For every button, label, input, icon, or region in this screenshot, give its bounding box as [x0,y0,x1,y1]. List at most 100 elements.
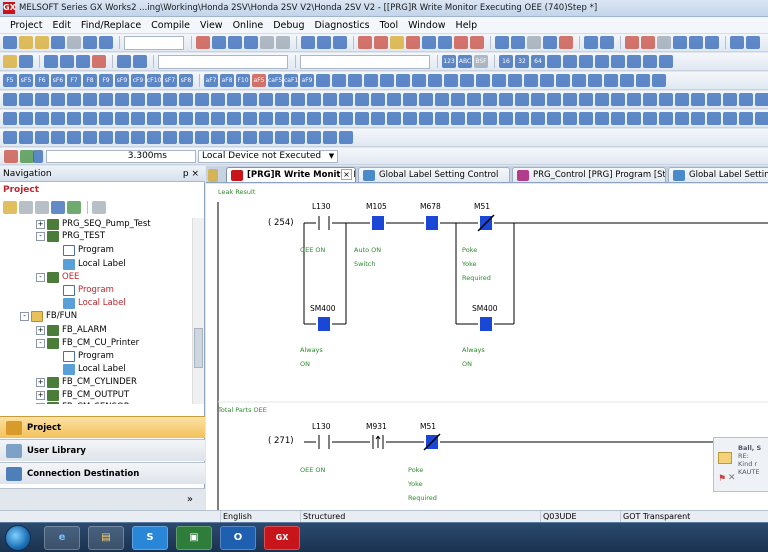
toolbar-button-icon[interactable] [76,55,90,68]
spreadsheet-icon[interactable]: ▣ [176,526,212,550]
toolbar-button-icon[interactable] [307,112,321,125]
toolbar-button-icon[interactable]: F6 [35,74,49,87]
toolbar-button-icon[interactable] [195,131,209,144]
toolbar-button-icon[interactable] [35,36,49,49]
toolbar-button-icon[interactable] [323,93,337,106]
device-status-field[interactable]: Local Device not Executed ▼ [198,150,338,163]
toolbar-button-icon[interactable] [3,112,17,125]
toolbar-button-icon[interactable] [499,112,513,125]
toolbar-button-icon[interactable] [559,36,573,49]
toolbar-button-icon[interactable]: F10 [236,74,250,87]
toolbar-button-icon[interactable] [435,112,449,125]
toolbar-button-icon[interactable]: F5 [3,74,17,87]
toolbar-button-icon[interactable] [611,112,625,125]
toolbar-button-icon[interactable] [243,131,257,144]
toolbar-button-icon[interactable] [451,112,465,125]
toolbar-button-icon[interactable] [131,131,145,144]
toolbar-button-icon[interactable] [380,74,394,87]
toolbar-button-icon[interactable] [244,36,258,49]
toolbar-button-icon[interactable] [659,55,673,68]
toolbar-button-icon[interactable]: sF9 [115,74,129,87]
toolbar-button-icon[interactable]: caF10 [284,74,298,87]
toolbar-button-icon[interactable] [483,93,497,106]
toolbar-button-icon[interactable] [419,93,433,106]
toolbar-button-icon[interactable] [259,93,273,106]
toolbar-button-icon[interactable] [492,74,506,87]
toolbar-button-icon[interactable] [227,131,241,144]
menu-view[interactable]: View [195,17,228,34]
toolbar-button-icon[interactable] [476,74,490,87]
toolbar-button-icon[interactable] [422,36,436,49]
toolbar-button-icon[interactable] [595,112,609,125]
toolbar-button-icon[interactable] [547,112,561,125]
toolbar-button-icon[interactable] [83,36,97,49]
toolbar-button-icon[interactable] [390,36,404,49]
expand-icon[interactable]: + [36,403,45,404]
toolbar-button-icon[interactable] [339,131,353,144]
expand-icon[interactable]: + [36,326,45,335]
toolbar-button-icon[interactable] [467,112,481,125]
toolbar-button-icon[interactable] [643,93,657,106]
toolbar-button-icon[interactable] [543,36,557,49]
toolbar-button-icon[interactable]: sF6 [51,74,65,87]
toolbar-button-icon[interactable] [67,93,81,106]
gxworks-icon[interactable]: GX [264,526,300,550]
toolbar-button-icon[interactable] [115,93,129,106]
toolbar-button-icon[interactable] [403,112,417,125]
tree-item[interactable]: + FB_CM_SENSOR [36,401,130,404]
toolbar-button-icon[interactable] [196,36,210,49]
toolbar-button-icon[interactable] [524,74,538,87]
delete-icon[interactable] [35,200,49,214]
refresh-icon[interactable] [67,200,81,214]
toolbar-button-icon[interactable] [595,93,609,106]
tree-item[interactable]: + FB_ALARM [36,324,107,337]
toolbar-button-icon[interactable] [371,93,385,106]
toolbar-button-icon[interactable] [355,93,369,106]
toolbar-button-icon[interactable] [51,36,65,49]
toolbar-button-icon[interactable]: aF5 [252,74,266,87]
toolbar-button-icon[interactable] [35,112,49,125]
toolbar-button-icon[interactable] [675,93,689,106]
toolbar-button-icon[interactable] [51,112,65,125]
toolbar-button-icon[interactable] [746,36,760,49]
toolbar-button-icon[interactable] [275,112,289,125]
toolbar-button-icon[interactable]: cF9 [131,74,145,87]
toolbar-button-icon[interactable] [508,74,522,87]
menu-diagnostics[interactable]: Diagnostics [309,17,374,34]
close-icon[interactable]: × [341,169,352,180]
toolbar-button-icon[interactable] [428,74,442,87]
nav-button-user-library[interactable]: User Library [0,439,205,461]
toolbar-button-icon[interactable] [131,93,145,106]
toolbar-button-icon[interactable] [19,112,33,125]
toolbar-button-icon[interactable] [387,93,401,106]
toolbar-button-icon[interactable]: sF7 [163,74,177,87]
toolbar-button-icon[interactable] [707,112,721,125]
toolbar-button-icon[interactable] [627,112,641,125]
tree-item[interactable]: - FB/FUN [20,310,77,323]
tree-item[interactable]: Local Label [52,258,126,271]
tab-global-label-control[interactable]: Global Label Setting Control [358,167,510,182]
toolbar-button-icon[interactable] [579,55,593,68]
toolbar-button-icon[interactable] [67,36,81,49]
new-item-icon[interactable] [3,200,17,214]
tree-item[interactable]: Program [52,244,114,257]
tab-global-label-setting[interactable]: Global Label Setting I [668,167,768,182]
toolbar-button-icon[interactable] [316,74,330,87]
toolbar-button-icon[interactable] [691,112,705,125]
toolbar-button-icon[interactable]: F7 [67,74,81,87]
toolbar-button-icon[interactable] [604,74,618,87]
toolbar-button-icon[interactable] [51,93,65,106]
tree-scrollbar[interactable] [192,218,204,404]
tree-item[interactable]: - OEE [36,271,79,284]
toolbar-button-icon[interactable] [19,36,33,49]
toolbar-button-icon[interactable] [707,93,721,106]
toolbar-button-icon[interactable] [147,131,161,144]
tree-item[interactable]: Local Label [52,363,126,376]
menu-tool[interactable]: Tool [375,17,403,34]
notification-popup[interactable]: Ball, S RE: Kind r KAUTE ⚑ ✕ [713,437,768,492]
toolbar-button-icon[interactable] [35,131,49,144]
toolbar-button-icon[interactable] [339,93,353,106]
toolbar-button-icon[interactable]: caF5 [268,74,282,87]
start-button[interactable] [5,525,31,551]
toolbar-button-icon[interactable] [643,112,657,125]
